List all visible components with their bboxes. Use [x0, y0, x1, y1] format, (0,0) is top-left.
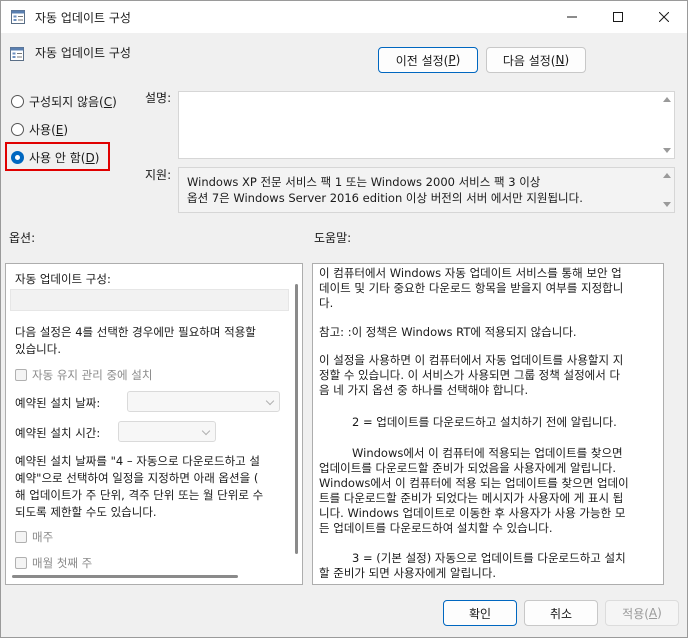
support-line-2: 옵션 7은 Windows Server 2016 edition 이상 버전의…: [187, 191, 583, 205]
help-line: 트를 다운로드할 준비가 되었다는 메시지가 사용자에 게 표시 됩: [319, 491, 624, 505]
next-setting-key: N: [555, 53, 565, 67]
next-setting-close: ): [564, 53, 570, 67]
paren: ): [112, 94, 117, 109]
first-week-label: 매월 첫째 주: [32, 556, 93, 570]
maximize-button[interactable]: [595, 1, 641, 33]
maintenance-checkbox[interactable]: 자동 유지 관리 중에 설치: [15, 367, 152, 383]
radio-not-configured[interactable]: 구성되지 않음(C): [11, 92, 117, 110]
options-title: 자동 업데이트 구성:: [15, 272, 111, 286]
minimize-button[interactable]: [549, 1, 595, 33]
help-line: 참고: :이 정책은 Windows RT에 적용되지 않습니다.: [319, 325, 577, 339]
support-line-1: Windows XP 전문 서비스 팩 1 또는 Windows 2000 서비…: [187, 175, 541, 189]
policy-dialog: 자동 업데이트 구성 자동 업데이트 구성 이전 설정(P) 다음 설정(N) …: [0, 0, 688, 638]
help-line: 업데이트를 다운로드할 준비가 되었음을 사용자에게 알립니다.: [319, 461, 617, 475]
checkbox-box[interactable]: [15, 557, 27, 569]
apply-key: A: [648, 606, 658, 620]
radio-enabled[interactable]: 사용(E): [11, 120, 68, 138]
help-line: 데이트 및 기타 중요한 다운로드 항목을 받을지 여부를 지정합니: [319, 281, 624, 295]
selection-highlight-box: [5, 142, 110, 171]
title-bar[interactable]: 자동 업데이트 구성: [1, 1, 687, 33]
window-title: 자동 업데이트 구성: [35, 11, 131, 25]
chevron-down-icon: [201, 426, 211, 436]
options-label: 옵션:: [9, 231, 36, 245]
help-line: 다.: [319, 296, 334, 310]
options-desc-3: 해 업데이트가 주 단위, 격주 단위 또는 월 단위로 수: [15, 488, 264, 502]
help-line: 음 네 가지 옵션 중 하나를 선택해야 합니다.: [319, 383, 529, 397]
policy-settings-icon: [10, 47, 24, 61]
help-label: 도움말:: [314, 231, 352, 245]
maintenance-label: 자동 유지 관리 중에 설치: [32, 368, 153, 382]
weekly-checkbox[interactable]: 매주: [15, 529, 53, 545]
scroll-down-icon[interactable]: [663, 148, 671, 153]
close-window-button[interactable]: [641, 1, 687, 33]
scroll-up-icon[interactable]: [663, 173, 671, 178]
chevron-down-icon: [265, 396, 275, 406]
help-line: 이 컴퓨터에서 Windows 자동 업데이트 서비스를 통해 보안 업: [319, 266, 622, 280]
scroll-down-icon[interactable]: [663, 202, 671, 207]
checkbox-box[interactable]: [15, 531, 27, 543]
options-desc-2: 예약"으로 선택하여 일정을 지정하면 아래 옵션을 (: [15, 471, 259, 485]
apply-button[interactable]: 적용(A): [605, 600, 679, 626]
update-mode-select[interactable]: [10, 289, 289, 311]
first-week-checkbox[interactable]: 매월 첫째 주: [15, 555, 92, 571]
paren: ): [63, 122, 69, 137]
policy-settings-icon: [11, 10, 25, 24]
comment-textbox[interactable]: [178, 91, 675, 159]
support-scrollbar[interactable]: [660, 168, 674, 212]
help-line: 할 준비가 되면 사용자에게 알립니다.: [319, 566, 496, 580]
radio-not-configured-key: C: [103, 94, 113, 109]
previous-setting-button[interactable]: 이전 설정(P): [378, 47, 478, 73]
install-time-label: 예약된 설치 시간:: [15, 426, 101, 440]
apply-close: ): [657, 606, 662, 620]
cancel-label: 취소: [549, 606, 573, 621]
comment-scrollbar[interactable]: [660, 92, 674, 158]
options-desc-4: 되도록 제한할 수도 있습니다.: [15, 505, 157, 519]
next-setting-label: 다음 설정(: [502, 53, 556, 68]
options-note-2: 있습니다.: [15, 342, 61, 356]
help-line: 니다. Windows 업데이트로 이동한 후 사용자가 사용 가능한 모: [319, 506, 626, 520]
radio-circle[interactable]: [11, 122, 24, 136]
options-vertical-scrollbar[interactable]: [295, 284, 298, 554]
options-desc-1: 예약된 설치 날짜를 "4 – 자동으로 다운로드하고 설: [15, 454, 260, 468]
minimize-icon: [567, 16, 577, 18]
options-horizontal-scrollbar[interactable]: [12, 575, 238, 578]
previous-setting-close: ): [455, 53, 461, 67]
checkbox-box[interactable]: [15, 369, 27, 381]
maximize-icon: [613, 12, 623, 22]
radio-not-configured-label: 구성되지 않음(: [29, 94, 104, 109]
weekly-label: 매주: [32, 530, 54, 544]
help-line: 정할 수 있습니다. 이 서비스가 사용되면 그룹 정책 설정에서 다: [319, 368, 621, 382]
policy-name: 자동 업데이트 구성: [35, 46, 131, 60]
help-line: 든 업데이트를 다운로드하여 설치할 수 있습니다.: [319, 521, 553, 535]
support-textbox: Windows XP 전문 서비스 팩 1 또는 Windows 2000 서비…: [178, 167, 675, 213]
next-setting-button[interactable]: 다음 설정(N): [486, 47, 586, 73]
help-line: 2 = 업데이트를 다운로드하고 설치하기 전에 알립니다.: [352, 415, 617, 429]
apply-label: 적용(: [622, 606, 649, 621]
help-line: 이 설정을 사용하면 이 컴퓨터에서 자동 업데이트를 사용할지 지: [319, 353, 624, 367]
ok-label: 확인: [468, 606, 492, 621]
help-panel: 이 컴퓨터에서 Windows 자동 업데이트 서비스를 통해 보안 업 데이트…: [312, 263, 664, 585]
options-panel: 자동 업데이트 구성: 다음 설정은 4를 선택한 경우에만 필요하며 적용할 …: [5, 263, 303, 585]
help-line: Windows에서 이 컴퓨터에 적용 되는 업데이트를 찾으면 업데이: [319, 476, 629, 490]
install-day-dropdown[interactable]: [127, 391, 280, 412]
previous-setting-key: P: [448, 53, 456, 67]
radio-enabled-label: 사용(: [29, 122, 56, 137]
radio-circle[interactable]: [11, 94, 24, 108]
ok-button[interactable]: 확인: [443, 600, 517, 626]
comment-label: 설명:: [145, 91, 172, 105]
scroll-up-icon[interactable]: [663, 97, 671, 102]
help-line: Windows에서 이 컴퓨터에 적용되는 업데이트를 찾으면: [352, 446, 623, 460]
install-time-dropdown[interactable]: [118, 421, 216, 442]
install-day-label: 예약된 설치 날짜:: [15, 396, 101, 410]
close-icon: [659, 12, 669, 22]
cancel-button[interactable]: 취소: [524, 600, 598, 626]
options-note-1: 다음 설정은 4를 선택한 경우에만 필요하며 적용할: [15, 325, 256, 339]
support-label: 지원:: [145, 168, 172, 182]
help-line: 3 = (기본 설정) 자동으로 업데이트를 다운로드하고 설치: [352, 551, 626, 565]
previous-setting-label: 이전 설정(: [395, 53, 449, 68]
